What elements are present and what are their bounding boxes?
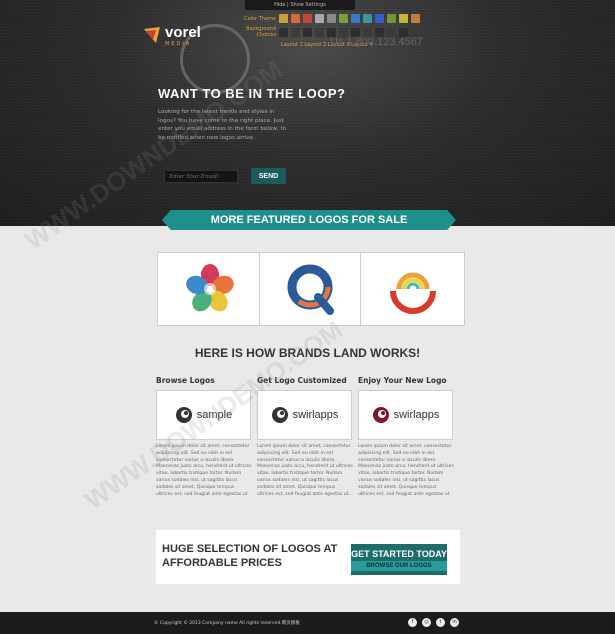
cta-heading: HUGE SELECTION OF LOGOS AT AFFORDABLE PR…	[162, 542, 337, 570]
cta-line-1: HUGE SELECTION OF LOGOS AT	[162, 543, 338, 555]
featured-logo-card[interactable]	[158, 253, 261, 325]
footer: © Copyright © 2013 Company name All righ…	[0, 612, 615, 634]
color-swatch[interactable]	[399, 14, 408, 23]
featured-banner: MORE FEATURED LOGOS FOR SALE	[162, 210, 456, 230]
brand-text: vorel MEDIA	[165, 22, 201, 47]
step-brand-name: swirlapps	[292, 409, 339, 421]
dribbble-icon[interactable]: ◎	[422, 618, 431, 627]
featured-logo-card[interactable]	[260, 253, 363, 325]
background-swatch[interactable]	[315, 27, 324, 37]
email-field[interactable]	[164, 170, 238, 183]
rainbow-arc-logo-icon	[389, 272, 436, 314]
step-brand-name: sample	[196, 409, 233, 421]
step-title: Browse Logos	[156, 376, 215, 385]
swirl-icon	[372, 407, 389, 423]
color-swatch[interactable]	[279, 14, 288, 23]
facebook-icon[interactable]: f	[408, 618, 417, 627]
background-swatch[interactable]	[279, 27, 288, 37]
browse-logos-label: BROWSE OUR LOGOS	[351, 561, 447, 571]
color-theme-row: Color Theme	[232, 14, 420, 23]
copyright-text: © Copyright © 2013 Company name All righ…	[154, 621, 300, 626]
color-swatch[interactable]	[363, 14, 372, 23]
brand-sub: MEDIA	[165, 41, 192, 47]
newsletter-title: WANT TO BE IN THE LOOP?	[158, 86, 346, 101]
twitter-icon[interactable]: t	[436, 618, 445, 627]
color-swatch[interactable]	[339, 14, 348, 23]
step-title: Enjoy Your New Logo	[358, 376, 447, 385]
step-logo-card[interactable]: swirlapps	[358, 390, 453, 440]
how-it-works-title: HERE IS HOW BRANDS LAND WORKS!	[194, 346, 421, 360]
cta-line-2: AFFORDABLE PRICES	[162, 557, 282, 569]
step-logo-card[interactable]: swirlapps	[257, 390, 352, 440]
brand-name: vorel	[165, 24, 201, 41]
get-started-label: GET STARTED TODAY	[351, 549, 447, 559]
color-swatch[interactable]	[303, 14, 312, 23]
color-swatch[interactable]	[291, 14, 300, 23]
step-brand-name: swirlapps	[393, 409, 440, 421]
color-swatch[interactable]	[411, 14, 420, 23]
color-swatch[interactable]	[351, 14, 360, 23]
swirl-icon	[175, 407, 192, 423]
featured-logo-card[interactable]	[361, 253, 464, 325]
newsletter-text: Looking for the latest trends and styles…	[158, 109, 287, 141]
color-swatch[interactable]	[387, 14, 396, 23]
color-swatch[interactable]	[375, 14, 384, 23]
q-logo-icon	[287, 264, 334, 315]
swirl-icon	[271, 407, 288, 423]
color-swatch[interactable]	[315, 14, 324, 23]
step-logo-card[interactable]: sample	[156, 390, 251, 440]
color-theme-label: Color Theme	[244, 15, 276, 22]
background-choices-label: Background Choices	[246, 26, 276, 38]
step-description: Lorem ipsum dolor sit amet, consectetur …	[156, 444, 252, 497]
send-button[interactable]: SEND	[251, 168, 286, 184]
step-description: Lorem ipsum dolor sit amet, consectetur …	[257, 444, 353, 497]
color-swatches	[279, 14, 420, 23]
step-title: Get Logo Customized	[257, 376, 347, 385]
brand-logo[interactable]: vorel MEDIA	[142, 22, 201, 47]
background-swatch[interactable]	[291, 27, 300, 37]
color-swatch[interactable]	[327, 14, 336, 23]
step-description: Lorem ipsum dolor sit amet, consectetur …	[358, 444, 454, 497]
flower-logo-icon	[185, 264, 234, 312]
brand-mark-icon	[144, 26, 160, 43]
linkedin-icon[interactable]: in	[450, 618, 459, 627]
settings-toggle[interactable]: Hide | Show Settings	[245, 0, 355, 10]
background-swatch[interactable]	[303, 27, 312, 37]
cta-panel: HUGE SELECTION OF LOGOS AT AFFORDABLE PR…	[156, 530, 460, 584]
get-started-button[interactable]: GET STARTED TODAY BROWSE OUR LOGOS	[351, 544, 447, 575]
phone-number: Us 1.800.123.4567	[330, 36, 423, 48]
